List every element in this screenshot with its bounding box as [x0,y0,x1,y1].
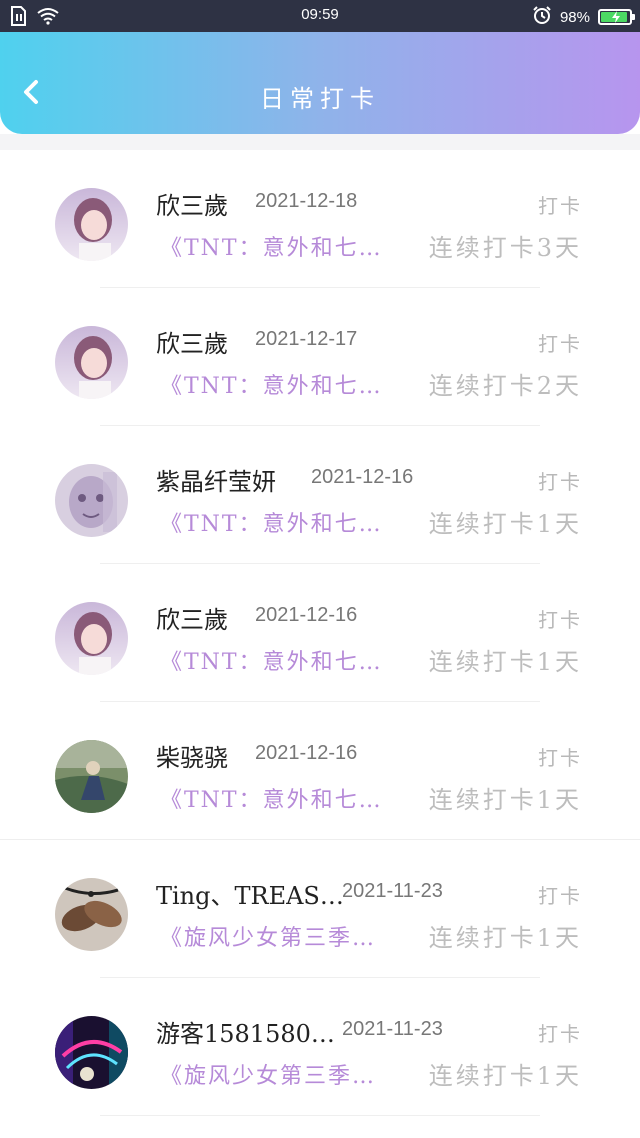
book-title-link[interactable]: 《TNT：意外和七… [160,230,383,262]
checkin-date: 2021-12-18 [255,190,358,212]
alarm-icon [532,5,552,29]
checkin-record[interactable]: 欣三歲 2021-12-18 打卡《TNT：意外和七… 连续打卡3天 [0,150,640,288]
user-avatar[interactable] [55,740,128,813]
checkin-date: 2021-12-16 [311,466,414,488]
status-right: 98% [532,5,635,29]
page-title: 日常打卡 [260,85,380,113]
user-avatar[interactable] [55,326,128,399]
checkin-label: 打卡 [538,1022,582,1046]
checkin-record[interactable]: 欣三歲 2021-12-16 打卡《TNT：意外和七… 连续打卡1天 [0,564,640,702]
row-divider [100,1115,540,1116]
user-avatar[interactable] [55,878,128,951]
user-name: 欣三歲 [156,330,228,358]
checkin-label: 打卡 [538,608,582,632]
user-name: Ting、TREAS… [156,882,344,910]
checkin-record[interactable]: 柴骁骁 2021-12-16 打卡《TNT：意外和七… 连续打卡1天 [0,702,640,840]
book-title-link[interactable]: 《旋风少女第三季… [160,1058,376,1090]
user-name: 柴骁骁 [156,744,228,772]
header: 日常打卡 [0,32,640,134]
checkin-date: 2021-12-16 [255,604,358,626]
book-title-link[interactable]: 《TNT：意外和七… [160,644,383,676]
book-title-link[interactable]: 《旋风少女第三季… [160,920,376,952]
streak-text: 连续打卡1天 [428,924,582,952]
user-avatar[interactable] [55,464,128,537]
user-name: 游客1581580… [156,1020,335,1048]
checkin-date: 2021-11-23 [342,1018,443,1040]
checkin-date: 2021-11-23 [342,880,443,902]
streak-text: 连续打卡1天 [428,648,582,676]
checkin-label: 打卡 [538,332,582,356]
battery-icon [598,9,635,25]
battery-percent: 98% [559,8,590,26]
checkin-record[interactable]: 游客1581580… 2021-11-23 打卡《旋风少女第三季… 连续打卡1天 [0,978,640,1116]
checkin-label: 打卡 [538,194,582,218]
user-name: 欣三歲 [156,606,228,634]
checkin-label: 打卡 [538,746,582,770]
checkin-date: 2021-12-17 [255,328,358,350]
checkin-list: 欣三歲 2021-12-18 打卡 《TNT：意外和七… 连续打卡3天 欣三歲 2021-1… [0,150,640,1116]
checkin-record[interactable]: 紫晶纤莹妍 2021-12-16 打卡《TNT：意外和七… 连续打卡1天 [0,426,640,564]
separator-band [0,134,640,150]
user-avatar[interactable] [55,602,128,675]
checkin-record[interactable]: Ting、TREAS… 2021-11-23 打卡《旋风少女第三季… 连续打卡1天 [0,840,640,978]
book-title-link[interactable]: 《TNT：意外和七… [160,368,383,400]
user-name: 紫晶纤莹妍 [156,468,276,496]
checkin-record[interactable]: 欣三歲 2021-12-17 打卡《TNT：意外和七… 连续打卡2天 [0,288,640,426]
streak-text: 连续打卡3天 [428,234,582,262]
user-name: 欣三歲 [156,192,228,220]
status-bar: 09:59 98% [0,0,640,32]
streak-text: 连续打卡1天 [428,786,582,814]
streak-text: 连续打卡1天 [428,1062,582,1090]
screen: 09:59 98% 日常打卡 欣三歲 2021-12-18 打卡 《TNT：意外… [0,0,640,1138]
user-avatar[interactable] [55,188,128,261]
book-title-link[interactable]: 《TNT：意外和七… [160,782,383,814]
checkin-label: 打卡 [538,884,582,908]
streak-text: 连续打卡2天 [428,372,582,400]
checkin-date: 2021-12-16 [255,742,358,764]
streak-text: 连续打卡1天 [428,510,582,538]
checkin-label: 打卡 [538,470,582,494]
user-avatar[interactable] [55,1016,128,1089]
book-title-link[interactable]: 《TNT：意外和七… [160,506,383,538]
